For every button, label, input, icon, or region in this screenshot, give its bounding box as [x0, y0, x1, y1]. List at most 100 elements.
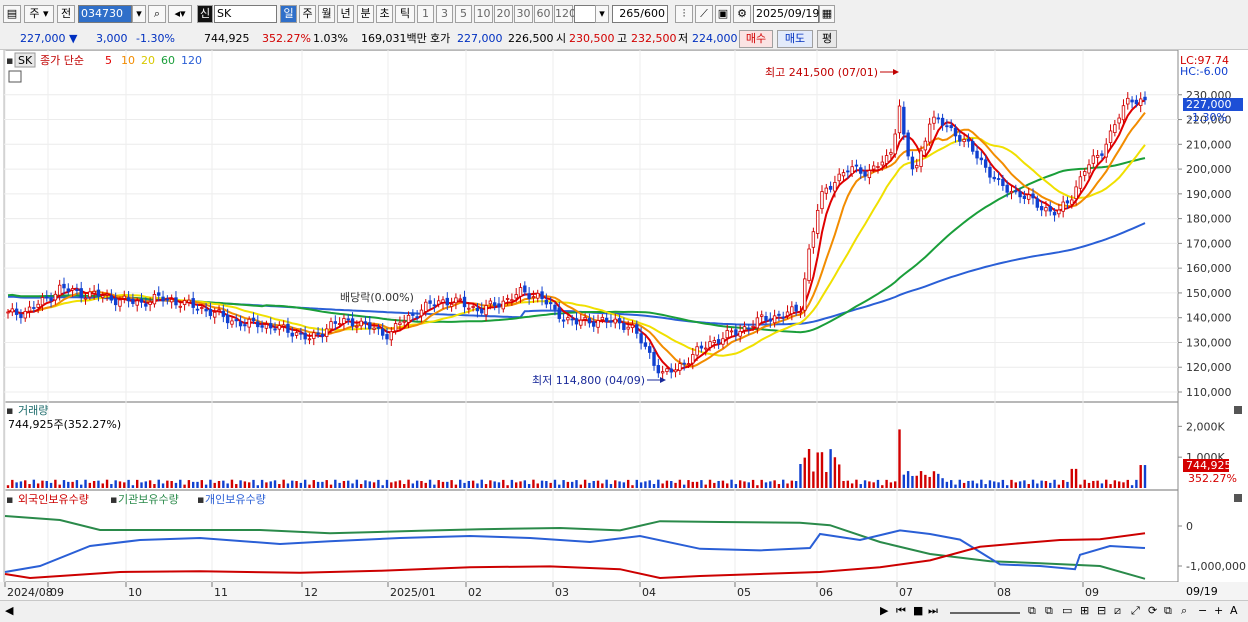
calendar-icon[interactable]: ▦ [819, 5, 835, 23]
zoom-in-icon[interactable]: + [1214, 604, 1223, 618]
buy-button[interactable]: 매수 [739, 30, 773, 48]
volume-panel-title: 거래량 [18, 404, 48, 417]
period-minute[interactable]: 분 [357, 5, 374, 23]
search-icon[interactable]: ⌕ [148, 5, 166, 23]
candle-body [579, 319, 583, 326]
tool-icon-4[interactable]: ⤢ [1131, 604, 1140, 618]
candle-body [462, 296, 467, 308]
low-price: 224,000 [692, 32, 738, 45]
save-icon[interactable]: ▣ [715, 5, 731, 23]
volume-bar [1044, 481, 1048, 488]
candle-body [768, 318, 773, 322]
zoom-search-icon[interactable]: ⌕ [1181, 604, 1187, 618]
interval-5[interactable]: 5 [455, 5, 472, 23]
x-axis-bar [0, 582, 1248, 600]
prev-button[interactable]: 전 [57, 5, 75, 23]
interval-120[interactable]: 120 [554, 5, 576, 23]
volume-bar [838, 464, 841, 488]
period-year[interactable]: 년 [337, 5, 354, 23]
interval-20[interactable]: 20 [494, 5, 513, 23]
auto-scale-icon[interactable]: A [1230, 604, 1238, 618]
zoom-out-icon[interactable]: − [1198, 604, 1207, 618]
interval-1[interactable]: 1 [417, 5, 434, 23]
volume-close-icon[interactable] [1234, 406, 1242, 414]
chart-type-icon[interactable]: ⫶ [675, 5, 693, 23]
volume-bar [562, 480, 565, 488]
candle-body [548, 302, 553, 305]
window-icon-2[interactable]: ⧉ [1045, 604, 1053, 618]
volume-bar [794, 481, 798, 488]
scroll-first-icon[interactable]: ⏮ [896, 604, 906, 618]
holding-panel-icon[interactable]: ▪ [6, 493, 13, 506]
period-tick[interactable]: 틱 [395, 5, 415, 23]
sell-button[interactable]: 매도 [777, 30, 813, 48]
tool-icon-1[interactable]: ⊞ [1080, 604, 1089, 618]
grid-table-icon[interactable] [8, 70, 22, 83]
scroll-right-icon[interactable]: ▶ [880, 604, 888, 618]
speaker-icon[interactable]: ◂▾ [168, 5, 192, 23]
volume-bar [454, 484, 458, 488]
period-second[interactable]: 초 [376, 5, 393, 23]
date-field[interactable]: 2025/09/19 [753, 5, 819, 23]
stock-chart[interactable]: 230,000220,000210,000200,000190,000180,0… [0, 50, 1248, 600]
volume-bar [235, 484, 238, 488]
volume-bar [924, 474, 927, 488]
gear-icon[interactable]: ⚙ [733, 5, 751, 23]
price-tick-label: 190,000 [1186, 188, 1232, 201]
volume-bar [84, 479, 87, 488]
volume-bar [161, 483, 165, 488]
volume-panel-icon[interactable]: ▪ [6, 404, 13, 417]
candle-body [833, 182, 837, 192]
volume-bar [45, 480, 48, 488]
volume-bar [738, 480, 742, 488]
interval-60[interactable]: 60 [534, 5, 553, 23]
candle-body [936, 117, 940, 120]
window-menu-icon[interactable]: ▤ [3, 5, 21, 23]
volume-bar [308, 484, 311, 488]
candle-body [673, 369, 678, 373]
interval-dropdown-icon[interactable]: ▾ [595, 5, 609, 23]
candle-body [940, 117, 945, 126]
volume-bar [144, 481, 148, 488]
volume-bar [88, 482, 92, 488]
stop-icon[interactable]: ■ [913, 604, 923, 618]
period-month[interactable]: 월 [318, 5, 335, 23]
period-week[interactable]: 주 [299, 5, 316, 23]
candle-body [454, 297, 458, 304]
zoom-slider[interactable] [950, 604, 1020, 614]
draw-tool-icon[interactable]: ⟋ [695, 5, 713, 23]
tool-icon-2[interactable]: ⊟ [1097, 604, 1106, 618]
interval-3[interactable]: 3 [436, 5, 453, 23]
tool-icon-3[interactable]: ⧄ [1114, 604, 1121, 618]
volume-bar [769, 481, 772, 488]
volume-bar [700, 480, 703, 488]
candle-body [854, 164, 859, 167]
month-label: 2024/08 [7, 586, 53, 599]
volume-bar [1014, 482, 1017, 488]
scroll-last-icon[interactable]: ⏭ [928, 604, 938, 618]
eval-button[interactable]: 평 [817, 30, 837, 48]
interval-10[interactable]: 10 [474, 5, 493, 23]
volume-bar [678, 479, 682, 488]
panel-menu-icon[interactable]: ▪ [6, 54, 13, 67]
stock-name-field[interactable]: SK [214, 5, 277, 23]
volume-bar [881, 485, 884, 488]
volume-bar [204, 484, 208, 488]
volume-bar [329, 484, 333, 488]
holding-close-icon[interactable] [1234, 494, 1242, 502]
stock-code-input[interactable]: 034730 [78, 5, 132, 23]
window-icon-1[interactable]: ⧉ [1028, 604, 1036, 618]
tool-icon-6[interactable]: ⧉ [1164, 604, 1172, 618]
volume-bar [967, 480, 970, 488]
tool-icon-5[interactable]: ⟳ [1148, 604, 1157, 618]
interval-30[interactable]: 30 [514, 5, 533, 23]
code-type-select[interactable]: 주 ▾ [24, 5, 54, 23]
volume-bar [665, 480, 669, 488]
count-field[interactable]: 265/600 [612, 5, 668, 23]
window-icon-3[interactable]: ▭ [1062, 604, 1072, 618]
volume-bar [28, 484, 31, 488]
period-day[interactable]: 일 [280, 5, 297, 23]
scroll-left-icon[interactable]: ◀ [5, 604, 13, 618]
candle-body [135, 300, 139, 306]
code-dropdown-icon[interactable]: ▾ [132, 5, 146, 23]
